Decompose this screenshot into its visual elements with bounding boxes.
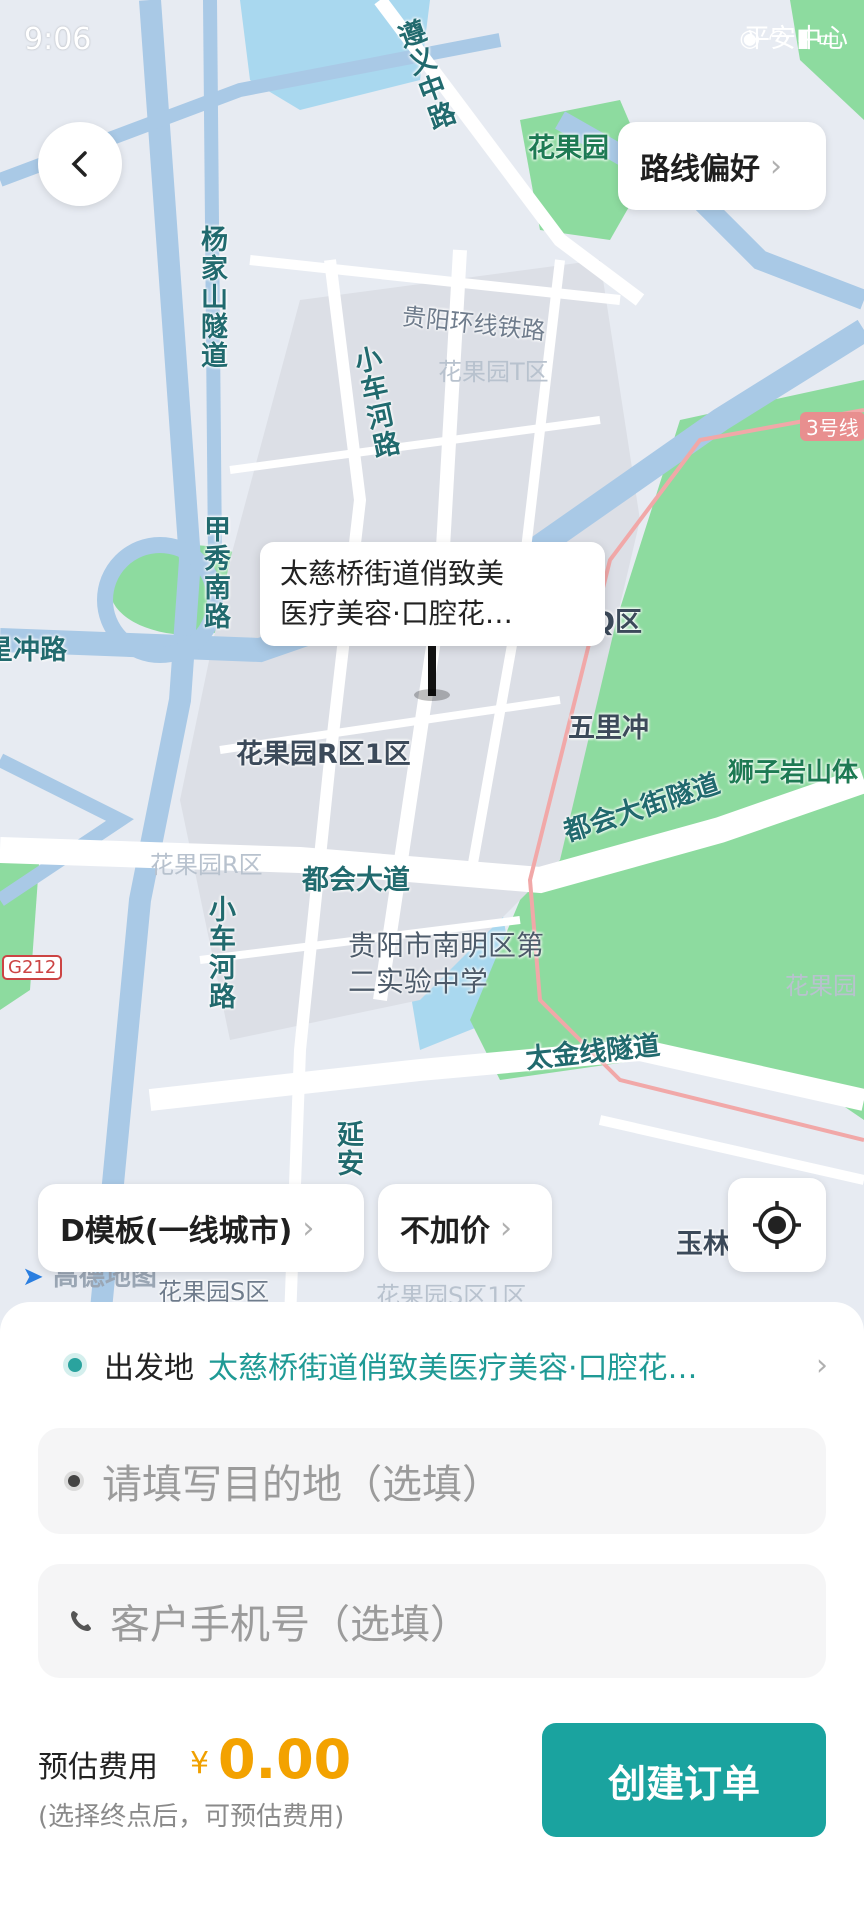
map-label-duhui-avenue: 都会大道 (302, 865, 410, 896)
callout-line2: 医疗美容·口腔花… (280, 597, 513, 630)
chevron-right-icon: › (770, 148, 782, 184)
fee-label: 预估费用 (38, 1750, 158, 1785)
map-label-top-right: 平安中心 (744, 24, 849, 54)
map-label-chong-road: 星冲路 (0, 635, 67, 666)
template-label: D模板(一线城市) (60, 1214, 293, 1249)
route-preference-label: 路线偏好 (640, 152, 760, 187)
back-button[interactable] (38, 122, 122, 206)
chevron-left-icon (71, 151, 87, 177)
map-label-huaguoyuan-t: 花果园T区 (438, 358, 549, 386)
phone-field[interactable]: 客户手机号（选填） (38, 1564, 826, 1678)
phone-icon (71, 1611, 91, 1631)
status-time: 9:06 (24, 22, 92, 57)
map-label-wulichong: 五里冲 (568, 713, 649, 744)
phone-placeholder: 客户手机号（选填） (110, 1602, 470, 1648)
route-preference-button[interactable]: 路线偏好 › (618, 122, 826, 210)
g212-badge: G212 (2, 955, 63, 980)
locate-button[interactable] (728, 1178, 826, 1272)
map-pin-shadow (414, 689, 450, 701)
crosshair-icon (753, 1201, 801, 1249)
origin-dot-icon (68, 1358, 82, 1372)
map-label-yangjiashan-tunnel: 杨家山隧道 (196, 225, 227, 370)
price-selector[interactable]: 不加价 › (378, 1184, 552, 1272)
origin-row[interactable]: 出发地 太慈桥街道俏致美医疗美容·口腔花… › (68, 1345, 828, 1386)
chevron-right-icon: › (500, 1210, 512, 1246)
price-label: 不加价 (400, 1214, 490, 1249)
destination-placeholder: 请填写目的地（选填） (102, 1462, 502, 1508)
map-label-jiaxiu-south-road: 甲秀南路 (199, 515, 230, 631)
map-label-huaguoyuan-r1: 花果园R区1区 (236, 739, 411, 770)
map-label-yanan: 延安 (332, 1120, 363, 1178)
fee-note: (选择终点后，可预估费用) (38, 1802, 345, 1832)
destination-dot-icon (68, 1475, 80, 1487)
location-callout[interactable]: 太慈桥街道俏致美 医疗美容·口腔花… (260, 542, 605, 646)
origin-label: 出发地 (104, 1351, 194, 1386)
chevron-right-icon: › (816, 1347, 828, 1383)
map-label-huaguoyuan-r: 花果园R区 (150, 851, 263, 879)
map-label-school: 贵阳市南明区第二实验中学 (348, 929, 545, 998)
metro-line3-badge: 3号线 (800, 412, 864, 441)
map-label-yu: 玉林 (676, 1229, 728, 1260)
chevron-right-icon: › (302, 1210, 315, 1246)
origin-value: 太慈桥街道俏致美医疗美容·口腔花… (208, 1351, 698, 1386)
destination-field[interactable]: 请填写目的地（选填） (38, 1428, 826, 1534)
map-label-huaguoyuan: 花果园 (528, 133, 609, 164)
map-label-xiaochehe-road-2: 小车河路 (204, 895, 235, 1011)
map-label-shiziyan: 狮子岩山体 (728, 758, 859, 788)
fee-amount: 0.00 (218, 1728, 352, 1791)
map-label-huaguoyuan-right: 花果园 (785, 972, 857, 1000)
template-selector[interactable]: D模板(一线城市) › (38, 1184, 364, 1272)
create-order-button[interactable]: 创建订单 (542, 1723, 826, 1837)
fee-currency: ¥ (190, 1746, 210, 1781)
callout-line1: 太慈桥街道俏致美 (280, 557, 505, 590)
